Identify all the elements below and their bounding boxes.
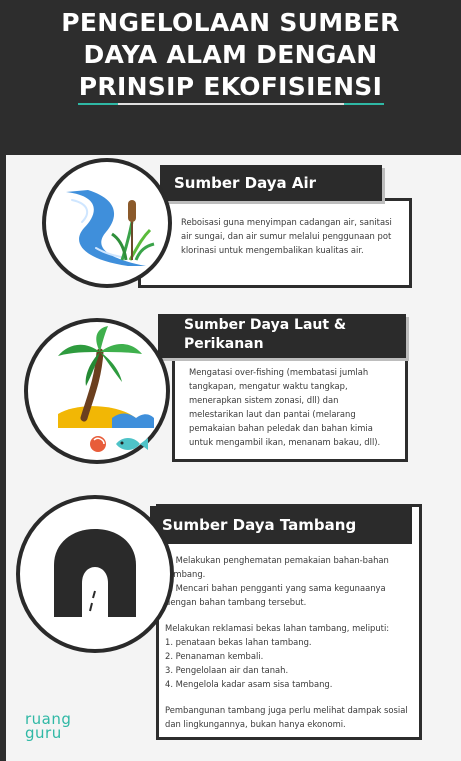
ruangguru-logo: ruang guru: [25, 712, 71, 742]
mining-title-bar: Sumber Daya Tambang: [150, 506, 412, 544]
water-description: Reboisasi guna menyimpan cadangan air, s…: [181, 217, 392, 255]
page-title-line-2: DAYA ALAM DENGAN: [83, 40, 378, 69]
mining-point-1: 1. Melakukan penghematan pemakaian bahan…: [165, 555, 389, 579]
water-title-bar: Sumber Daya Air: [160, 165, 382, 201]
header-banner: PENGELOLAAN SUMBER DAYA ALAM DENGAN PRIN…: [0, 0, 461, 155]
water-circle: [42, 158, 172, 288]
logo-line-2: guru: [25, 724, 62, 742]
water-description-box: Reboisasi guna menyimpan cadangan air, s…: [138, 198, 412, 288]
title-underline: [78, 103, 384, 105]
mining-reclamation-3: 3. Pengelolaan air dan tanah.: [165, 665, 289, 675]
side-accent-bar: [0, 155, 6, 761]
sea-circle: [24, 318, 170, 464]
mining-conclusion: Pembangunan tambang juga perlu melihat d…: [165, 705, 408, 729]
palm-beach-icon: [58, 326, 154, 452]
mining-reclamation-1: 1. penataan bekas lahan tambang.: [165, 637, 312, 647]
mining-reclamation-2: 2. Penanaman kembali.: [165, 651, 264, 661]
page-title-line-1: PENGELOLAAN SUMBER: [61, 8, 400, 37]
sea-description: Mengatasi over-fishing (membatasi jumlah…: [189, 367, 381, 447]
sea-title-line-1: Sumber Daya Laut &: [184, 317, 347, 333]
mining-point-2: 2. Mencari bahan pengganti yang sama keg…: [165, 583, 386, 607]
sea-title-bar: Sumber Daya Laut & Perikanan: [158, 314, 406, 358]
mining-reclamation-4: 4. Mengelola kadar asam sisa tambang.: [165, 679, 333, 689]
page-title-line-3: PRINSIP EKOFISIENSI: [78, 72, 383, 101]
mining-reclamation-heading: Melakukan reklamasi bekas lahan tambang,…: [165, 623, 390, 633]
mining-title: Sumber Daya Tambang: [162, 516, 357, 534]
sea-title-line-2: Perikanan: [184, 336, 264, 352]
water-title: Sumber Daya Air: [174, 174, 317, 192]
tunnel-icon: [54, 529, 136, 617]
sea-description-box: Mengatasi over-fishing (membatasi jumlah…: [172, 352, 408, 462]
river-icon: [66, 190, 155, 266]
mining-circle: [16, 495, 174, 653]
